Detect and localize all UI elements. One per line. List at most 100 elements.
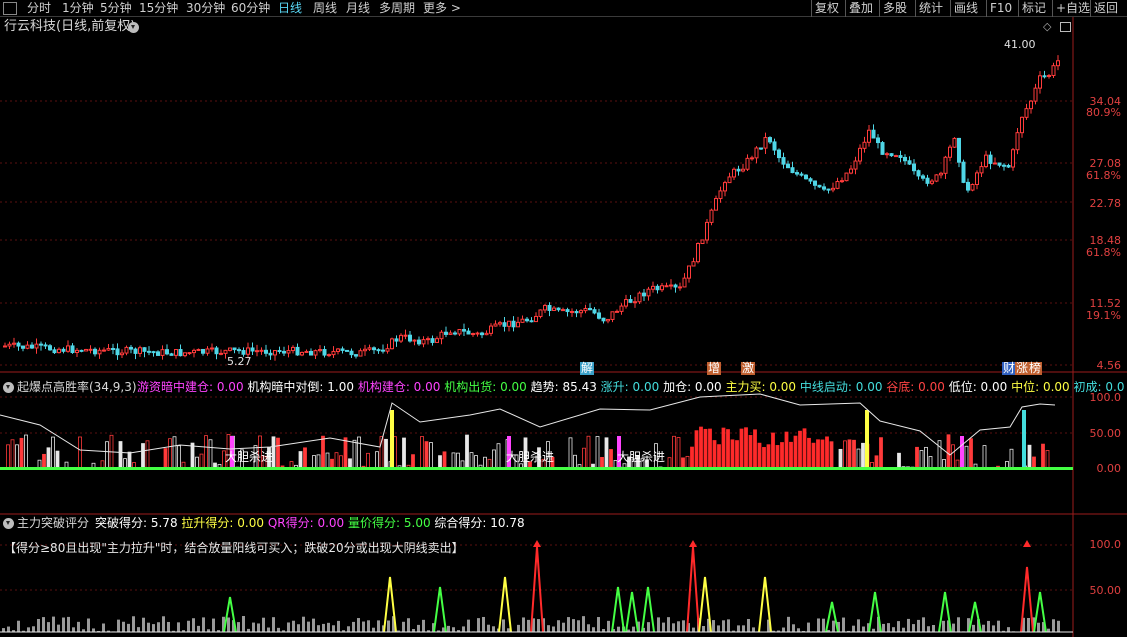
period-tab-0[interactable]: 分时 [27, 0, 51, 17]
candle-body [669, 284, 673, 287]
candle-body [687, 265, 691, 279]
toolbar-separator [950, 0, 951, 17]
ind1-bar [726, 429, 730, 470]
ind2-bar [42, 617, 45, 632]
event-tag-increase[interactable]: 增 [707, 362, 722, 375]
ind2-bar [152, 624, 155, 632]
ind1-baseline [0, 467, 1073, 470]
candle-body [142, 347, 147, 352]
period-tab-4[interactable]: 30分钟 [186, 0, 225, 17]
ind2-bar [7, 626, 10, 632]
candle-body [858, 147, 862, 162]
ind1-bar [604, 437, 609, 470]
ind2-bar [52, 616, 55, 632]
toolbar-button-5[interactable]: F10 [990, 0, 1012, 17]
ind2-bar [477, 618, 480, 632]
ind2-spike [758, 576, 772, 633]
ind2-bar [57, 624, 60, 632]
ind1-bar [145, 440, 150, 470]
candle-body [376, 349, 381, 352]
candle-body [25, 344, 30, 349]
toolbar-button-6[interactable]: 标记 [1022, 0, 1046, 17]
ind1-bar [771, 432, 775, 470]
candle-body [574, 310, 579, 314]
period-tab-7[interactable]: 周线 [313, 0, 337, 17]
event-tag-unlock[interactable]: 解 [580, 362, 595, 375]
candle-body [165, 349, 169, 355]
ind2-bar [577, 620, 580, 632]
toolbar-button-7[interactable]: +自选 [1056, 0, 1090, 17]
indicator1-name[interactable]: 起爆点高胜率(34,9,3) [17, 380, 137, 394]
ind2-bar [292, 620, 295, 632]
toolbar-button-4[interactable]: 画线 [954, 0, 978, 17]
candle-body [646, 288, 651, 297]
ind2-bar [987, 620, 990, 632]
ind2-bar [902, 627, 905, 632]
toolbar-button-2[interactable]: 多股 [883, 0, 907, 17]
ind2-bar [517, 624, 520, 632]
ind2-bar [367, 620, 370, 632]
period-tab-2[interactable]: 5分钟 [100, 0, 132, 17]
ind1-bar [429, 442, 433, 470]
pct-label-1: 80.9% [1086, 106, 1121, 119]
period-tab-8[interactable]: 月线 [346, 0, 370, 17]
candle-body [565, 309, 570, 313]
menu-icon[interactable] [3, 2, 17, 15]
candle-body [138, 347, 142, 354]
toolbar-button-0[interactable]: 复权 [815, 0, 839, 17]
title-dropdown-icon[interactable] [128, 22, 139, 33]
toolbar-button-3[interactable]: 统计 [919, 0, 943, 17]
diamond-icon[interactable]: ◇ [1043, 20, 1051, 34]
ind2-bar [932, 625, 935, 632]
candle-body [448, 332, 453, 335]
candle-body [516, 321, 520, 328]
toolbar-button-8[interactable]: 返回 [1094, 0, 1118, 17]
event-tag-finance[interactable]: 财 [1002, 362, 1017, 375]
ind1-field-1: 机构暗中对倒: 1.00 [247, 380, 354, 394]
ind1-bar [775, 445, 780, 470]
candle-body [975, 172, 979, 185]
period-tab-9[interactable]: 多周期 [379, 0, 415, 17]
panel-toggle-icon[interactable] [1060, 22, 1071, 32]
period-tab-1[interactable]: 1分钟 [62, 0, 94, 17]
period-tab-6[interactable]: 日线 [278, 0, 302, 17]
ind2-axis-50: 50.00 [1089, 584, 1122, 597]
candle-body [732, 168, 736, 178]
ind2-bar [237, 622, 240, 632]
candle-body [21, 345, 25, 349]
event-tag-incentive[interactable]: 激 [741, 362, 756, 375]
ind2-bar [727, 619, 730, 632]
candle-body [327, 354, 331, 357]
event-tag-list[interactable]: 榜 [1028, 362, 1043, 375]
candle-body [610, 311, 615, 320]
indicator2-dropdown-icon[interactable] [3, 518, 14, 529]
ind2-bar [662, 622, 665, 632]
candle-body [1011, 149, 1015, 168]
candle-body [192, 349, 196, 354]
ind1-bar [946, 434, 951, 470]
candle-body [34, 343, 39, 349]
indicator2-name[interactable]: 主力突破评分 [17, 516, 89, 530]
toolbar-button-1[interactable]: 叠加 [849, 0, 873, 17]
candle-body [120, 352, 124, 356]
ind1-bar [694, 430, 699, 470]
period-tab-10[interactable]: 更多 > [423, 0, 461, 17]
ind2-bar [62, 617, 65, 632]
event-tag-limitup[interactable]: 涨 [1015, 362, 1030, 375]
candle-body [268, 352, 273, 356]
stock-title: 行云科技(日线,前复权) [4, 19, 136, 34]
candle-body [75, 349, 79, 353]
period-tab-5[interactable]: 60分钟 [231, 0, 270, 17]
candle-body [7, 343, 12, 347]
candle-body [862, 141, 867, 149]
candle-body [435, 338, 439, 343]
ind2-bar [302, 616, 305, 632]
candle-body [1020, 116, 1024, 134]
candle-body [939, 172, 943, 176]
ind2-bar [822, 618, 825, 632]
indicator1-dropdown-icon[interactable] [3, 382, 14, 393]
ind2-spike [698, 576, 712, 633]
ind2-bar [952, 623, 955, 632]
ind2-bar [557, 620, 560, 632]
period-tab-3[interactable]: 15分钟 [139, 0, 178, 17]
